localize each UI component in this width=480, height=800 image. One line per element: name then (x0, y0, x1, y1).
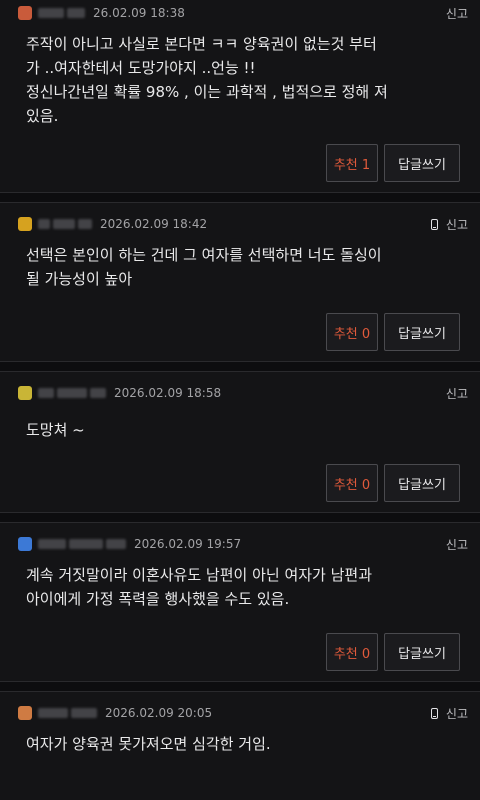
comment-list: 26.02.09 18:38 신고 주작이 아니고 사실로 본다면 ㅋㅋ 양육권… (0, 0, 480, 800)
comment-header: 2026.02.09 18:42 신고 (12, 209, 468, 239)
comment-date: 2026.02.09 18:58 (114, 386, 222, 400)
comment-item: 2026.02.09 19:57 신고 계속 거짓말이라 이혼사유도 남편이 아… (0, 529, 480, 681)
report-link[interactable]: 신고 (446, 216, 468, 233)
comment-date: 2026.02.09 19:57 (134, 537, 242, 551)
comment-actions: 추천 0 답글쓰기 (12, 619, 468, 681)
mobile-icon (430, 707, 438, 719)
nickname[interactable] (38, 8, 85, 18)
comment-actions: 추천 0 답글쓰기 (12, 299, 468, 361)
comment-date: 26.02.09 18:38 (93, 6, 185, 20)
recommend-button[interactable]: 추천 0 (326, 633, 378, 671)
report-link[interactable]: 신고 (446, 536, 468, 553)
comment-line: 주작이 아니고 사실로 본다면 ㅋㅋ 양육권이 없는것 부터 (26, 35, 377, 53)
comment-header: 26.02.09 18:38 신고 (12, 0, 468, 28)
comment-line: 가 ..여자한테서 도망가야지 ..언능 !! (26, 59, 256, 77)
reply-button[interactable]: 답글쓰기 (384, 464, 460, 502)
reply-button[interactable]: 답글쓰기 (384, 633, 460, 671)
recommend-button[interactable]: 추천 1 (326, 144, 378, 182)
comment-line: 도망쳐 ~ (26, 421, 85, 439)
reply-button[interactable]: 답글쓰기 (384, 313, 460, 351)
user-avatar[interactable] (18, 537, 32, 551)
reply-button[interactable]: 답글쓰기 (384, 144, 460, 182)
mobile-icon (430, 218, 438, 230)
comment-line: 정신나간년일 확률 98% , 이는 과학적 , 법적으로 정해 져 (26, 83, 388, 101)
nickname[interactable] (38, 388, 106, 398)
comment-header: 2026.02.09 20:05 신고 (12, 698, 468, 728)
comment-line: 아이에게 가정 폭력을 행사했을 수도 있음. (26, 590, 290, 608)
comment-item: 2026.02.09 18:58 신고 도망쳐 ~ 추천 0 답글쓰기 (0, 378, 480, 512)
comment-date: 2026.02.09 20:05 (105, 706, 213, 720)
report-link[interactable]: 신고 (446, 5, 468, 22)
divider (0, 192, 480, 203)
comment-body: 선택은 본인이 하는 건데 그 여자를 선택하면 너도 돌싱이 될 가능성이 높… (12, 239, 468, 299)
recommend-button[interactable]: 추천 0 (326, 464, 378, 502)
report-link[interactable]: 신고 (446, 705, 468, 722)
comment-line: 있음. (26, 107, 59, 125)
comment-body: 주작이 아니고 사실로 본다면 ㅋㅋ 양육권이 없는것 부터 가 ..여자한테서… (12, 28, 468, 136)
report-link[interactable]: 신고 (446, 385, 468, 402)
comment-actions: 추천 1 답글쓰기 (12, 136, 468, 192)
divider (0, 512, 480, 523)
user-avatar[interactable] (18, 386, 32, 400)
comment-line: 선택은 본인이 하는 건데 그 여자를 선택하면 너도 돌싱이 (26, 246, 382, 264)
user-avatar[interactable] (18, 217, 32, 231)
comment-date: 2026.02.09 18:42 (100, 217, 208, 231)
user-avatar[interactable] (18, 6, 32, 20)
comment-line: 계속 거짓말이라 이혼사유도 남편이 아닌 여자가 남편과 (26, 566, 373, 584)
divider (0, 681, 480, 692)
comment-actions: 추천 0 답글쓰기 (12, 450, 468, 512)
nickname[interactable] (38, 219, 92, 229)
comment-line: 될 가능성이 높아 (26, 270, 133, 288)
comment-body: 여자가 양육권 못가져오면 심각한 거임. (12, 728, 468, 764)
nickname[interactable] (38, 539, 126, 549)
divider (0, 361, 480, 372)
comment-item: 2026.02.09 20:05 신고 여자가 양육권 못가져오면 심각한 거임… (0, 698, 480, 764)
recommend-button[interactable]: 추천 0 (326, 313, 378, 351)
comment-header: 2026.02.09 19:57 신고 (12, 529, 468, 559)
comment-header: 2026.02.09 18:58 신고 (12, 378, 468, 408)
nickname[interactable] (38, 708, 97, 718)
comment-item: 2026.02.09 18:42 신고 선택은 본인이 하는 건데 그 여자를 … (0, 209, 480, 361)
user-avatar[interactable] (18, 706, 32, 720)
comment-item: 26.02.09 18:38 신고 주작이 아니고 사실로 본다면 ㅋㅋ 양육권… (0, 0, 480, 192)
comment-line: 여자가 양육권 못가져오면 심각한 거임. (26, 735, 271, 753)
comment-body: 계속 거짓말이라 이혼사유도 남편이 아닌 여자가 남편과 아이에게 가정 폭력… (12, 559, 468, 619)
comment-body: 도망쳐 ~ (12, 408, 468, 450)
